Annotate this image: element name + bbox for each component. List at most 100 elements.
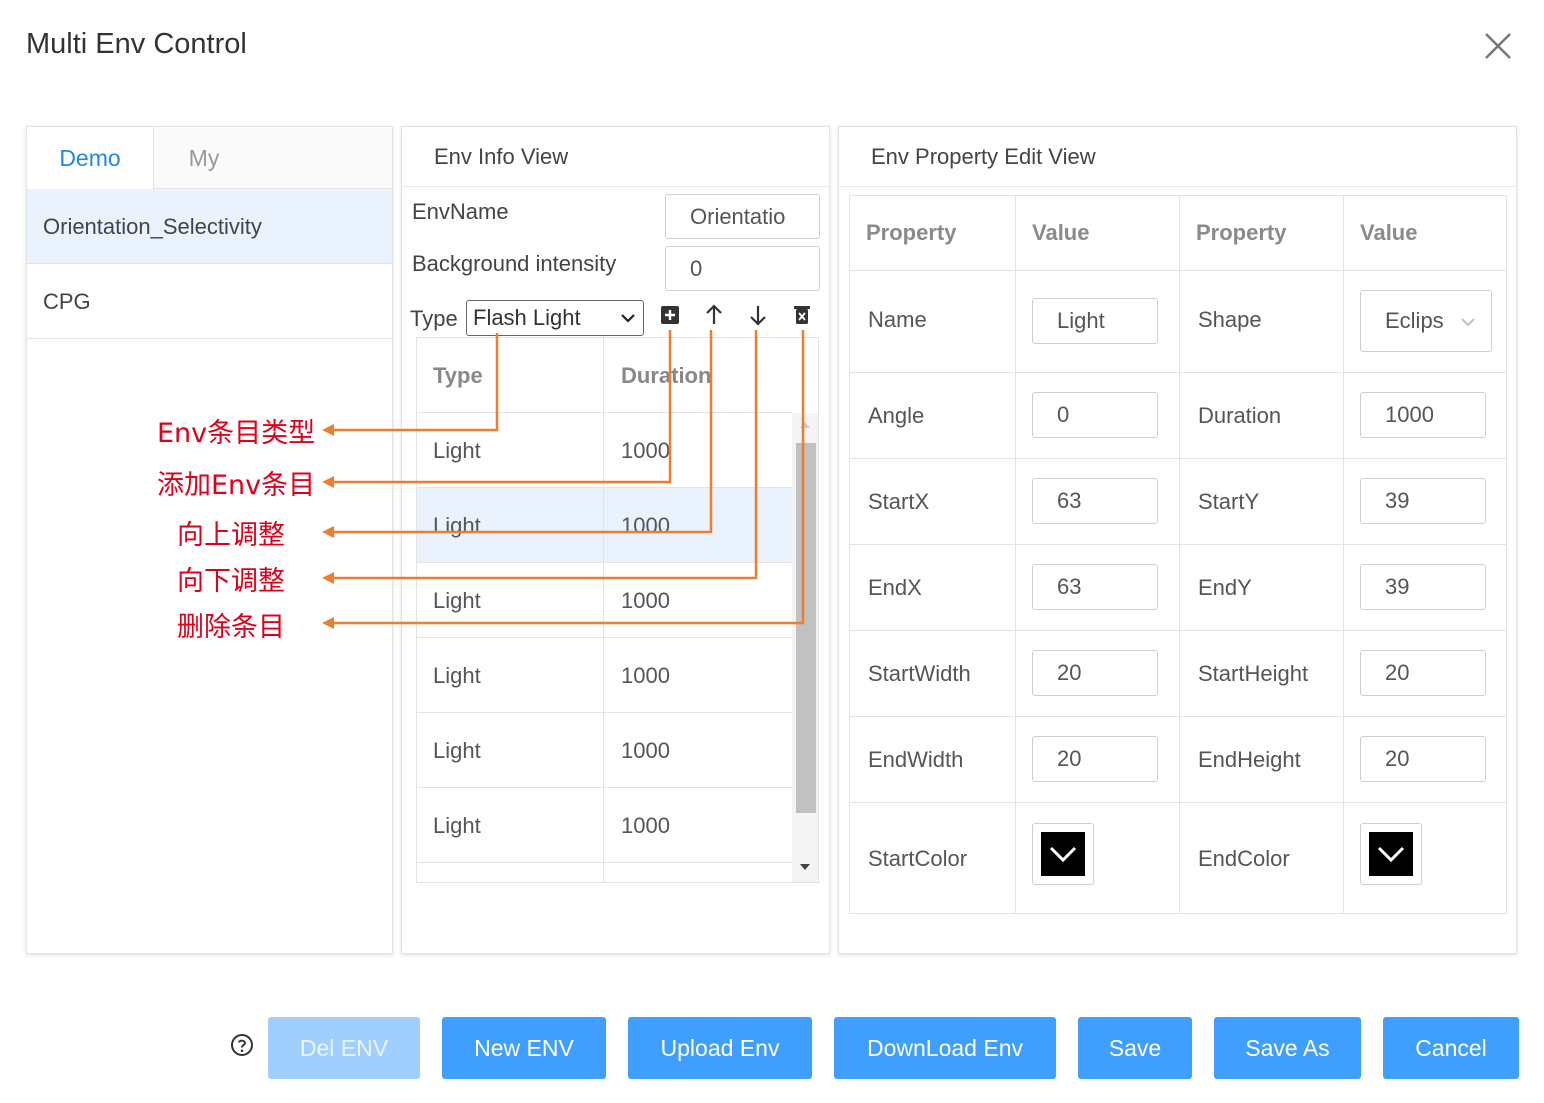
end-color-picker[interactable] (1360, 823, 1422, 885)
help-icon[interactable] (230, 1033, 254, 1057)
del-env-button[interactable]: Del ENV (268, 1017, 420, 1079)
annotation-move-up: 向上调整 (177, 520, 285, 551)
label-duration: Duration (1198, 403, 1282, 428)
download-env-button[interactable]: DownLoad Env (834, 1017, 1056, 1079)
property-header-row: Property Value Property Value (850, 196, 1506, 271)
grid-row[interactable]: Light 1000 (417, 413, 792, 488)
property-row-name: Name Shape Eclips (850, 271, 1506, 373)
angle-input[interactable] (1032, 392, 1158, 438)
arrow-up-icon[interactable] (701, 302, 727, 328)
name-input[interactable] (1032, 298, 1158, 344)
grid-header: Type Duration (417, 338, 792, 413)
grid-cell-duration: 1000 (621, 663, 670, 688)
env-info-title: Env Info View (402, 127, 829, 187)
label-startwidth: StartWidth (868, 661, 971, 686)
env-entry-grid: Type Duration Light 1000 Light 1000 Ligh… (416, 337, 819, 883)
dialog-title: Multi Env Control (26, 28, 247, 60)
scroll-thumb[interactable] (796, 443, 816, 813)
grid-row[interactable]: Light 1000 (417, 563, 792, 638)
arrow-down-icon[interactable] (745, 302, 771, 328)
duration-input[interactable] (1360, 392, 1486, 438)
endy-input[interactable] (1360, 564, 1486, 610)
tab-demo[interactable]: Demo (27, 127, 154, 190)
scroll-up-icon[interactable] (799, 421, 811, 429)
add-entry-icon[interactable] (657, 302, 683, 328)
env-property-panel: Env Property Edit View Property Value Pr… (838, 126, 1517, 954)
label-endcolor: EndColor (1198, 846, 1290, 871)
grid-row[interactable]: Light 1000 (417, 788, 792, 863)
grid-scrollbar[interactable] (792, 413, 818, 882)
grid-cell-duration: 1000 (621, 813, 670, 838)
label-startheight: StartHeight (1198, 661, 1309, 686)
save-as-button[interactable]: Save As (1214, 1017, 1361, 1079)
annotation-move-down: 向下调整 (177, 566, 285, 597)
starty-input[interactable] (1360, 478, 1486, 524)
env-name-input[interactable] (665, 194, 820, 239)
startx-input[interactable] (1032, 478, 1158, 524)
header-value: Value (1032, 220, 1090, 245)
grid-cell-type: Light (433, 813, 481, 838)
grid-cell-duration: 1000 (621, 738, 670, 763)
bg-intensity-input[interactable] (665, 246, 820, 291)
env-item-orientation-selectivity[interactable]: Orientation_Selectivity (27, 189, 392, 264)
startheight-input[interactable] (1360, 650, 1486, 696)
label-shape: Shape (1198, 307, 1262, 332)
grid-cell-type: Light (433, 738, 481, 763)
grid-header-type: Type (433, 363, 483, 388)
scroll-down-icon[interactable] (799, 863, 811, 871)
property-table: Property Value Property Value Name Shape… (849, 195, 1507, 914)
grid-cell-type: Light (433, 663, 481, 688)
start-color-picker[interactable] (1032, 823, 1094, 885)
save-button[interactable]: Save (1078, 1017, 1192, 1079)
label-name: Name (868, 307, 927, 332)
label-starty: StartY (1198, 489, 1260, 514)
env-list: Orientation_Selectivity CPG (27, 189, 392, 339)
env-item-cpg[interactable]: CPG (27, 264, 392, 339)
grid-column-divider (603, 338, 604, 882)
close-icon[interactable] (1482, 30, 1514, 62)
property-row-start: StartX StartY (850, 459, 1506, 545)
property-row-end: EndX EndY (850, 545, 1506, 631)
label-startcolor: StartColor (868, 846, 968, 871)
env-tabs: Demo My (27, 127, 392, 190)
type-select[interactable]: Flash Light (466, 300, 644, 336)
trash-icon[interactable] (789, 302, 815, 328)
property-row-start-size: StartWidth StartHeight (850, 631, 1506, 717)
annotation-add-entry: 添加Env条目 (157, 470, 316, 501)
endx-input[interactable] (1032, 564, 1158, 610)
grid-cell-duration: 1000 (621, 438, 670, 463)
grid-cell-type: Light (433, 438, 481, 463)
new-env-button[interactable]: New ENV (442, 1017, 606, 1079)
bg-intensity-label: Background intensity (412, 251, 617, 276)
chevron-down-icon (621, 314, 635, 323)
shape-select[interactable]: Eclips (1360, 290, 1492, 352)
end-color-swatch (1369, 832, 1413, 876)
grid-row[interactable]: Light 1000 (417, 638, 792, 713)
chevron-down-icon (1049, 846, 1077, 863)
header-property: Property (1196, 220, 1287, 245)
chevron-down-icon (1461, 318, 1475, 327)
label-startx: StartX (868, 489, 930, 514)
upload-env-button[interactable]: Upload Env (628, 1017, 812, 1079)
grid-cell-duration: 1000 (621, 588, 670, 613)
label-endheight: EndHeight (1198, 747, 1301, 772)
grid-header-duration: Duration (621, 363, 712, 388)
grid-row[interactable]: Light 1000 (417, 713, 792, 788)
endheight-input[interactable] (1360, 736, 1486, 782)
property-row-angle: Angle Duration (850, 373, 1506, 459)
tab-my[interactable]: My (154, 127, 254, 189)
property-row-end-size: EndWidth EndHeight (850, 717, 1506, 803)
env-info-panel: Env Info View EnvName Background intensi… (401, 126, 830, 954)
grid-cell-type: Light (433, 588, 481, 613)
annotation-entry-type: Env条目类型 (157, 418, 316, 449)
type-select-value: Flash Light (473, 305, 581, 330)
env-property-title: Env Property Edit View (839, 127, 1516, 187)
cancel-button[interactable]: Cancel (1383, 1017, 1519, 1079)
start-color-swatch (1041, 832, 1085, 876)
grid-row[interactable]: Light 1000 (417, 488, 792, 563)
startwidth-input[interactable] (1032, 650, 1158, 696)
type-label: Type (410, 306, 458, 331)
chevron-down-icon (1377, 846, 1405, 863)
grid-cell-duration: 1000 (621, 513, 670, 538)
endwidth-input[interactable] (1032, 736, 1158, 782)
